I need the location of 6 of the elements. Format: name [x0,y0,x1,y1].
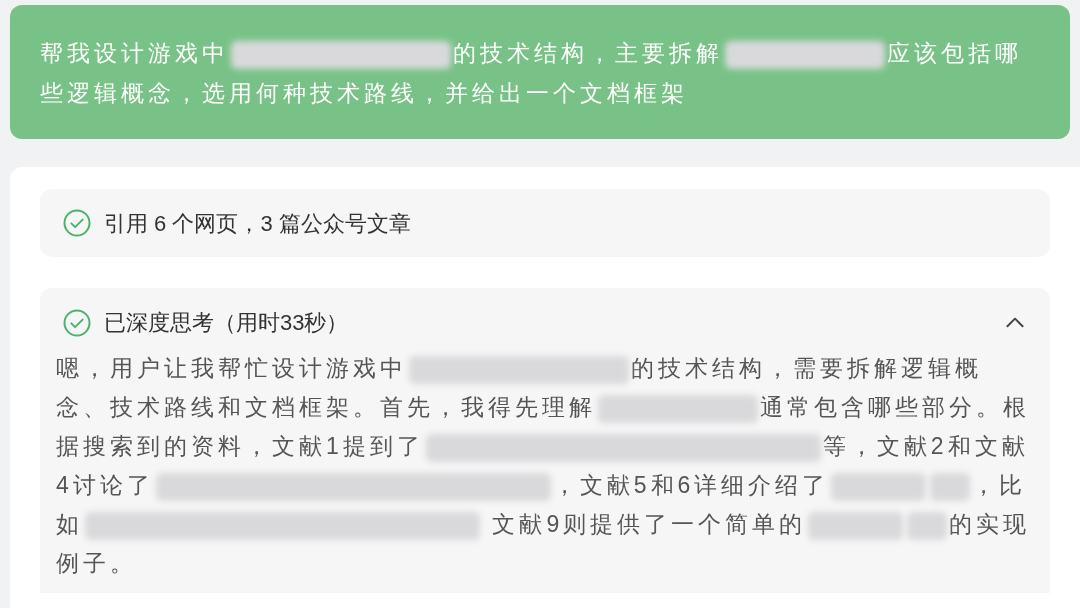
prompt-text: 帮我设计游戏中 的技术结构，主要拆解 应该包括哪些逻辑概念，选用何种技术路线，并给出一个文档框架 [40,39,1023,108]
thinking-title: 已深度思考（用时33秒） [104,309,350,337]
thinking-text: 嗯，用户让我帮忙设计游戏中 的技术结构，需要拆解逻辑概念、技术路线和文档框架。首先，我得先理解 通常包含哪些部分。根据搜索到的资料，文献1提到了 等，文献2和文献4讨论了 ，文献5和6详细介绍了 ，比如 文献9则提供了一个简单的 的实现例子。 [56,354,1032,578]
sources-row[interactable]: 引用 6 个网页，3 篇公众号文章 [40,189,1050,257]
redacted-text [907,511,948,540]
redacted-text [930,472,971,501]
